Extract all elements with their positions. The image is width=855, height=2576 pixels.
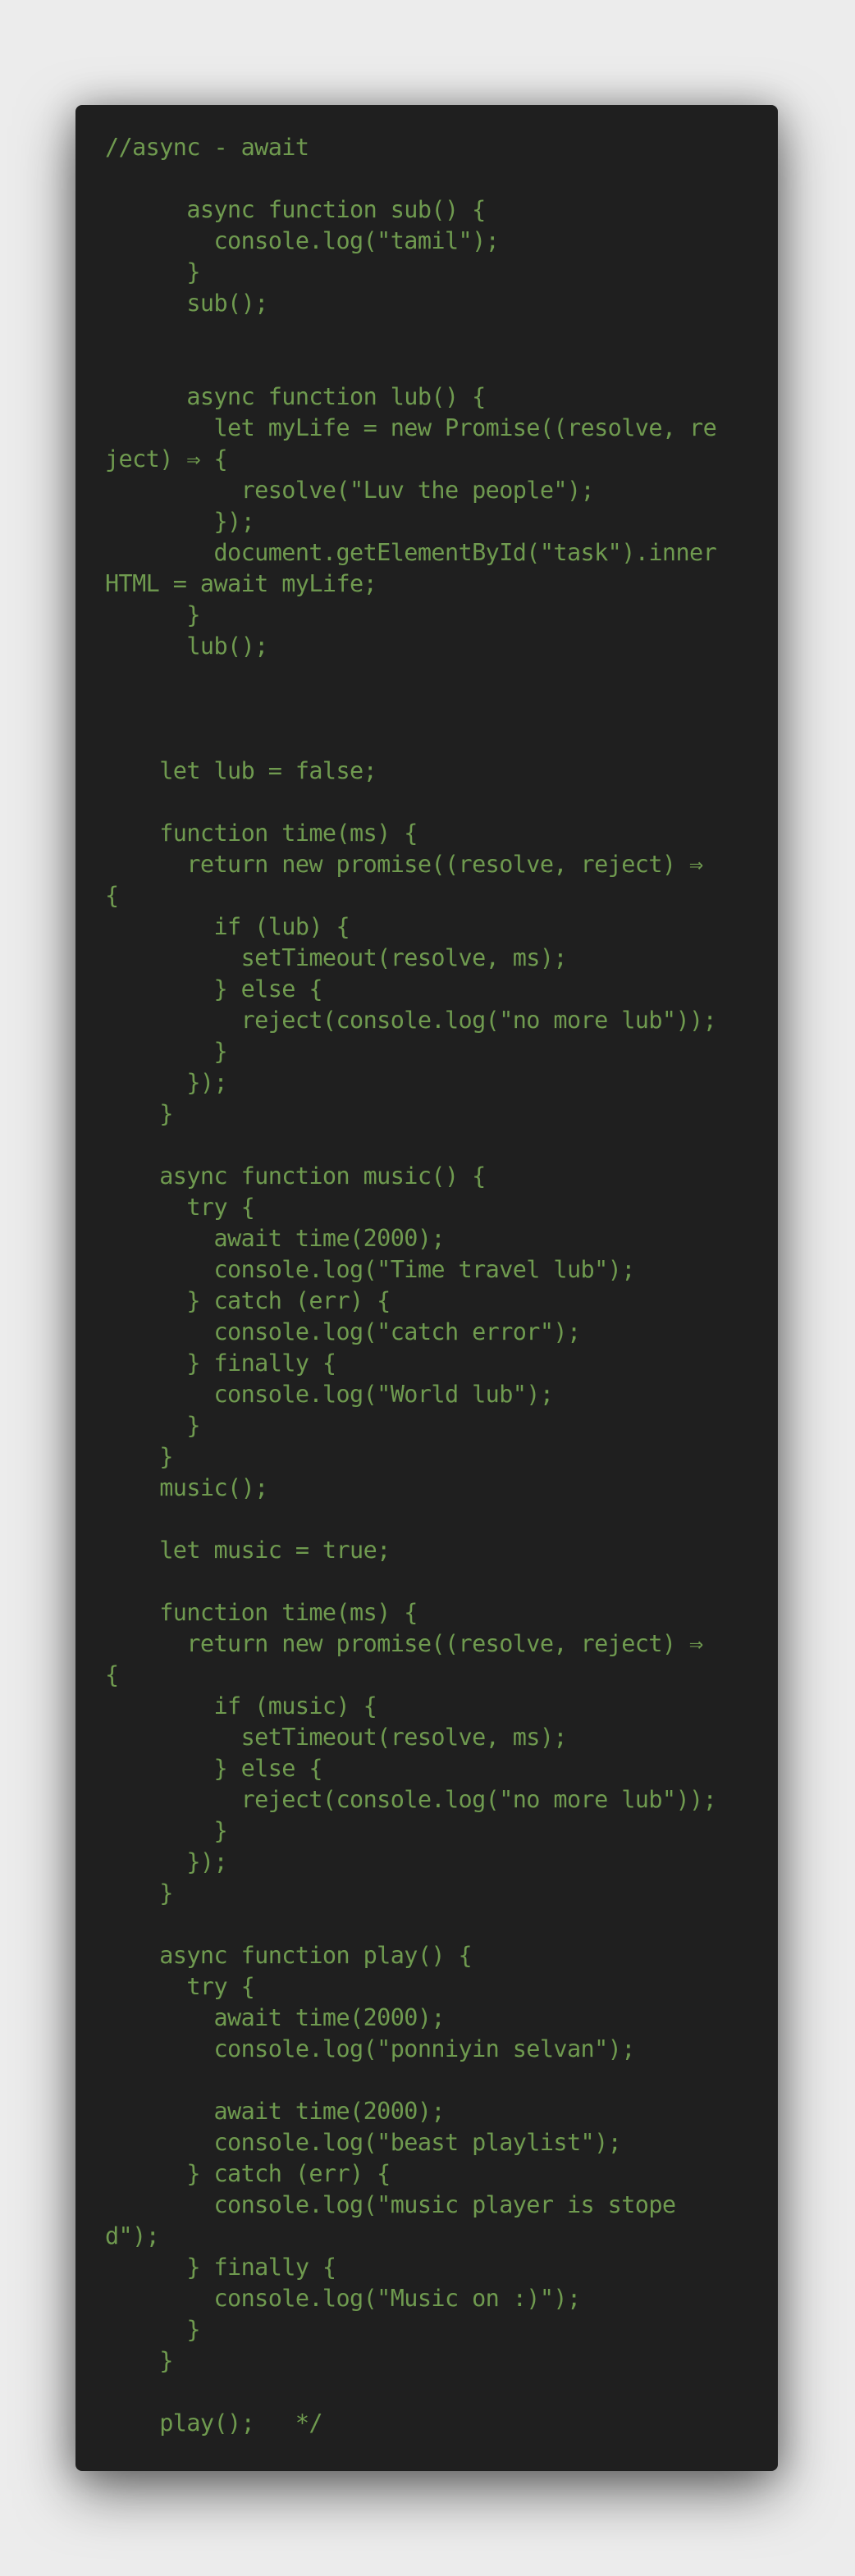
- code-line: });: [105, 1848, 228, 1875]
- code-line: async function play() {: [105, 1942, 473, 1969]
- code-line: try {: [105, 1194, 255, 1221]
- code-line: }: [105, 258, 200, 285]
- code-line: reject(console.log("no more lub"));: [105, 1786, 717, 1813]
- code-line: } else {: [105, 1755, 322, 1782]
- code-line: });: [105, 508, 255, 535]
- code-line: try {: [105, 1973, 255, 2000]
- code-line: console.log("beast playlist");: [105, 2129, 622, 2156]
- code-line: async function music() {: [105, 1162, 486, 1190]
- code-line: ject) ⇒ {: [105, 445, 228, 473]
- code-line: }: [105, 2347, 173, 2374]
- code-line: music();: [105, 1474, 268, 1501]
- code-line: HTML = await myLife;: [105, 570, 377, 597]
- code-line: }: [105, 1443, 173, 1470]
- code-line: async function sub() {: [105, 196, 486, 223]
- code-line: }: [105, 1879, 173, 1907]
- code-line: setTimeout(resolve, ms);: [105, 944, 568, 971]
- code-block: //async - await async function sub() { c…: [105, 132, 748, 2439]
- code-line: } catch (err) {: [105, 1287, 391, 1314]
- code-line: reject(console.log("no more lub"));: [105, 1007, 717, 1034]
- code-line: console.log("music player is stope: [105, 2191, 676, 2218]
- code-line: function time(ms) {: [105, 820, 418, 847]
- code-line: //async - await: [105, 134, 309, 161]
- code-line: if (music) {: [105, 1692, 377, 1720]
- code-line: } finally {: [105, 1350, 336, 1377]
- code-line: return new promise((resolve, reject) ⇒: [105, 851, 703, 878]
- code-line: sub();: [105, 290, 268, 317]
- code-line: {: [105, 1661, 119, 1688]
- code-snippet-card: //async - await async function sub() { c…: [75, 105, 778, 2471]
- code-line: setTimeout(resolve, ms);: [105, 1724, 568, 1751]
- code-line: lub();: [105, 633, 268, 660]
- code-line: }: [105, 1038, 228, 1065]
- code-line: } finally {: [105, 2254, 336, 2281]
- code-line: }: [105, 1817, 228, 1844]
- code-line: } catch (err) {: [105, 2160, 391, 2187]
- code-line: });: [105, 1069, 228, 1096]
- code-line: resolve("Luv the people");: [105, 477, 595, 504]
- code-line: console.log("tamil");: [105, 227, 500, 254]
- code-line: }: [105, 601, 200, 628]
- code-line: await time(2000);: [105, 2098, 445, 2125]
- code-line: d");: [105, 2222, 160, 2249]
- code-line: play(); */: [105, 2409, 322, 2437]
- code-line: let music = true;: [105, 1537, 391, 1564]
- code-line: console.log("Music on :)");: [105, 2285, 581, 2312]
- code-line: document.getElementById("task").inner: [105, 539, 717, 566]
- code-line: console.log("World lub");: [105, 1381, 554, 1408]
- code-line: }: [105, 1100, 173, 1127]
- code-line: } else {: [105, 975, 322, 1003]
- code-line: async function lub() {: [105, 383, 486, 410]
- code-line: let lub = false;: [105, 757, 377, 784]
- code-line: console.log("ponniyin selvan");: [105, 2035, 635, 2062]
- code-line: }: [105, 1412, 200, 1439]
- code-line: function time(ms) {: [105, 1599, 418, 1626]
- code-line: {: [105, 882, 119, 909]
- code-line: let myLife = new Promise((resolve, re: [105, 414, 717, 441]
- code-line: }: [105, 2316, 200, 2343]
- code-line: if (lub) {: [105, 913, 350, 940]
- code-line: await time(2000);: [105, 2004, 445, 2031]
- code-line: console.log("catch error");: [105, 1318, 581, 1345]
- code-line: await time(2000);: [105, 1225, 445, 1252]
- code-line: return new promise((resolve, reject) ⇒: [105, 1630, 703, 1657]
- code-line: console.log("Time travel lub");: [105, 1256, 635, 1283]
